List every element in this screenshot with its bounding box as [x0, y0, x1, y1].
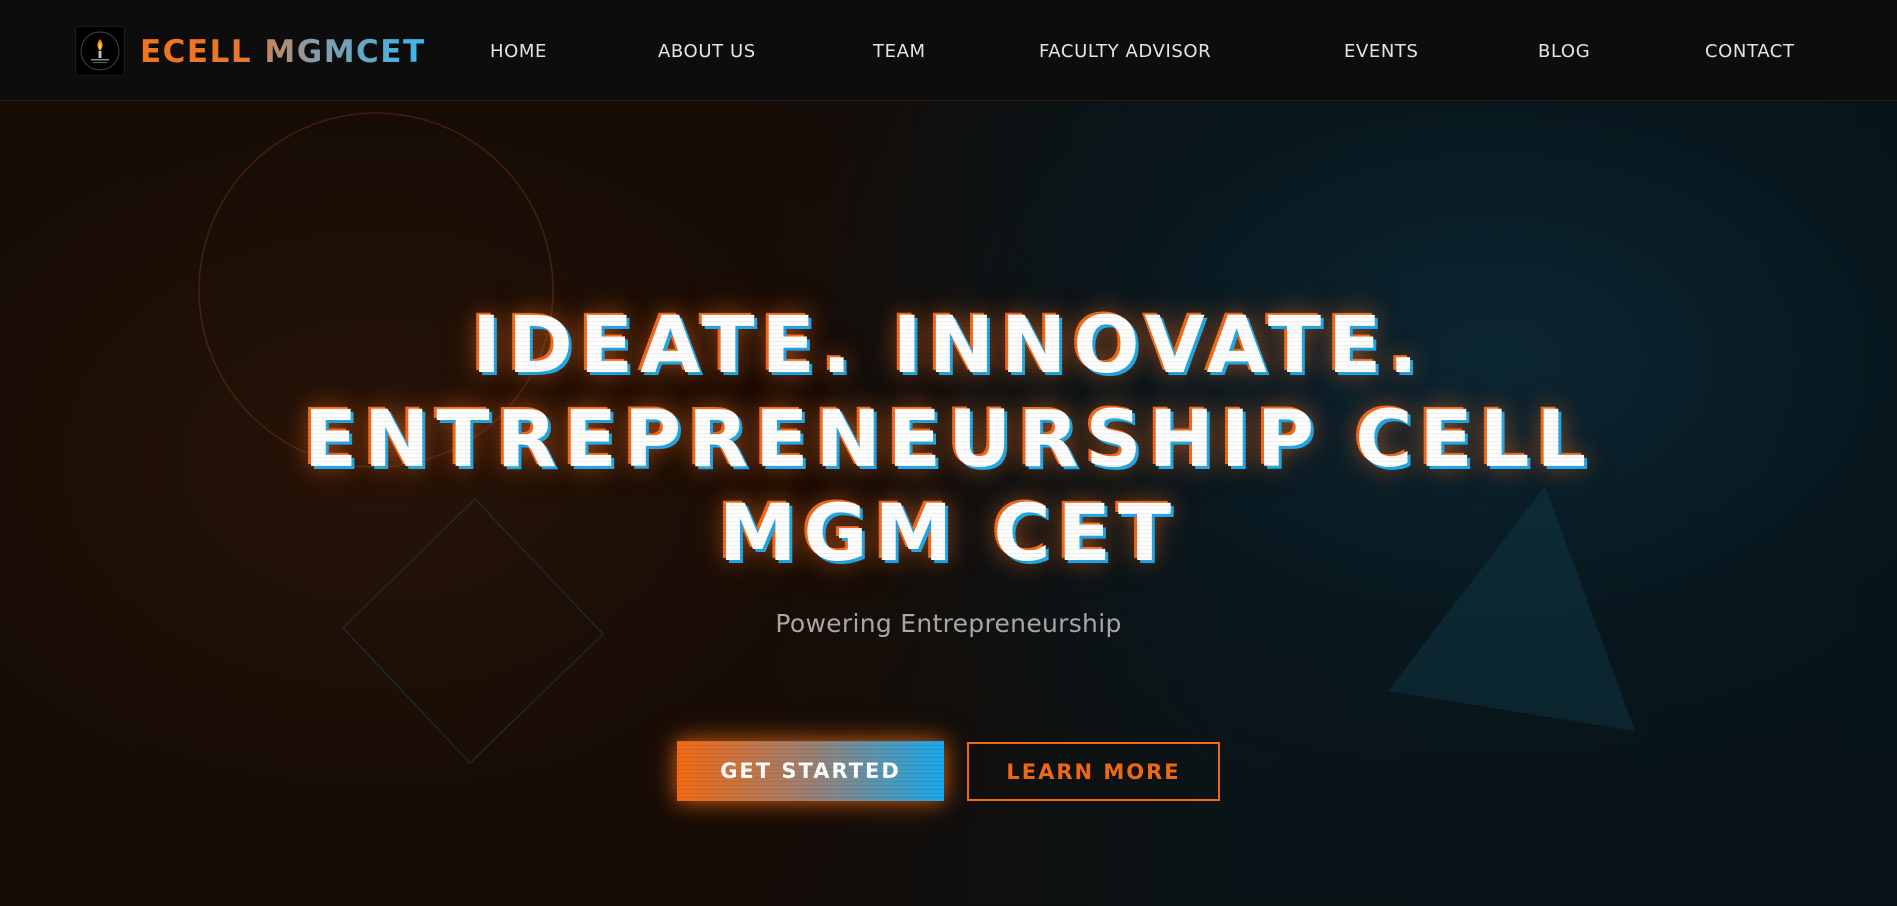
- nav-faculty-advisor[interactable]: FACULTY ADVISOR: [1039, 40, 1211, 64]
- nav-home[interactable]: HOME: [490, 40, 547, 64]
- nav-blog[interactable]: BLOG: [1538, 40, 1590, 64]
- learn-more-label: LEARN MORE: [1006, 759, 1181, 784]
- nav-about-us[interactable]: ABOUT US: [658, 40, 756, 64]
- navbar: ECELL MGMCET HOME ABOUT US TEAM FACULTY …: [0, 0, 1897, 101]
- nav-team[interactable]: TEAM: [873, 40, 926, 64]
- headline-line-2: ENTREPRENEURSHIP CELL: [303, 395, 1594, 485]
- nav-contact[interactable]: CONTACT: [1705, 40, 1795, 64]
- hero-section: IDEATE. INNOVATE. ENTREPRENEURSHIP CELL …: [0, 101, 1897, 906]
- brand-name[interactable]: ECELL MGMCET: [140, 32, 426, 72]
- learn-more-button[interactable]: LEARN MORE: [967, 742, 1220, 801]
- hero-tagline: Powering Entrepreneurship: [775, 609, 1122, 638]
- headline-line-3: MGM CET: [718, 489, 1179, 579]
- headline-line-1: IDEATE. INNOVATE.: [472, 301, 1425, 391]
- ecell-logo-icon[interactable]: [75, 26, 125, 76]
- nav-events[interactable]: EVENTS: [1344, 40, 1419, 64]
- get-started-label: GET STARTED: [720, 759, 901, 783]
- hero-headline: IDEATE. INNOVATE. ENTREPRENEURSHIP CELL …: [0, 299, 1897, 581]
- get-started-button[interactable]: GET STARTED: [677, 741, 944, 801]
